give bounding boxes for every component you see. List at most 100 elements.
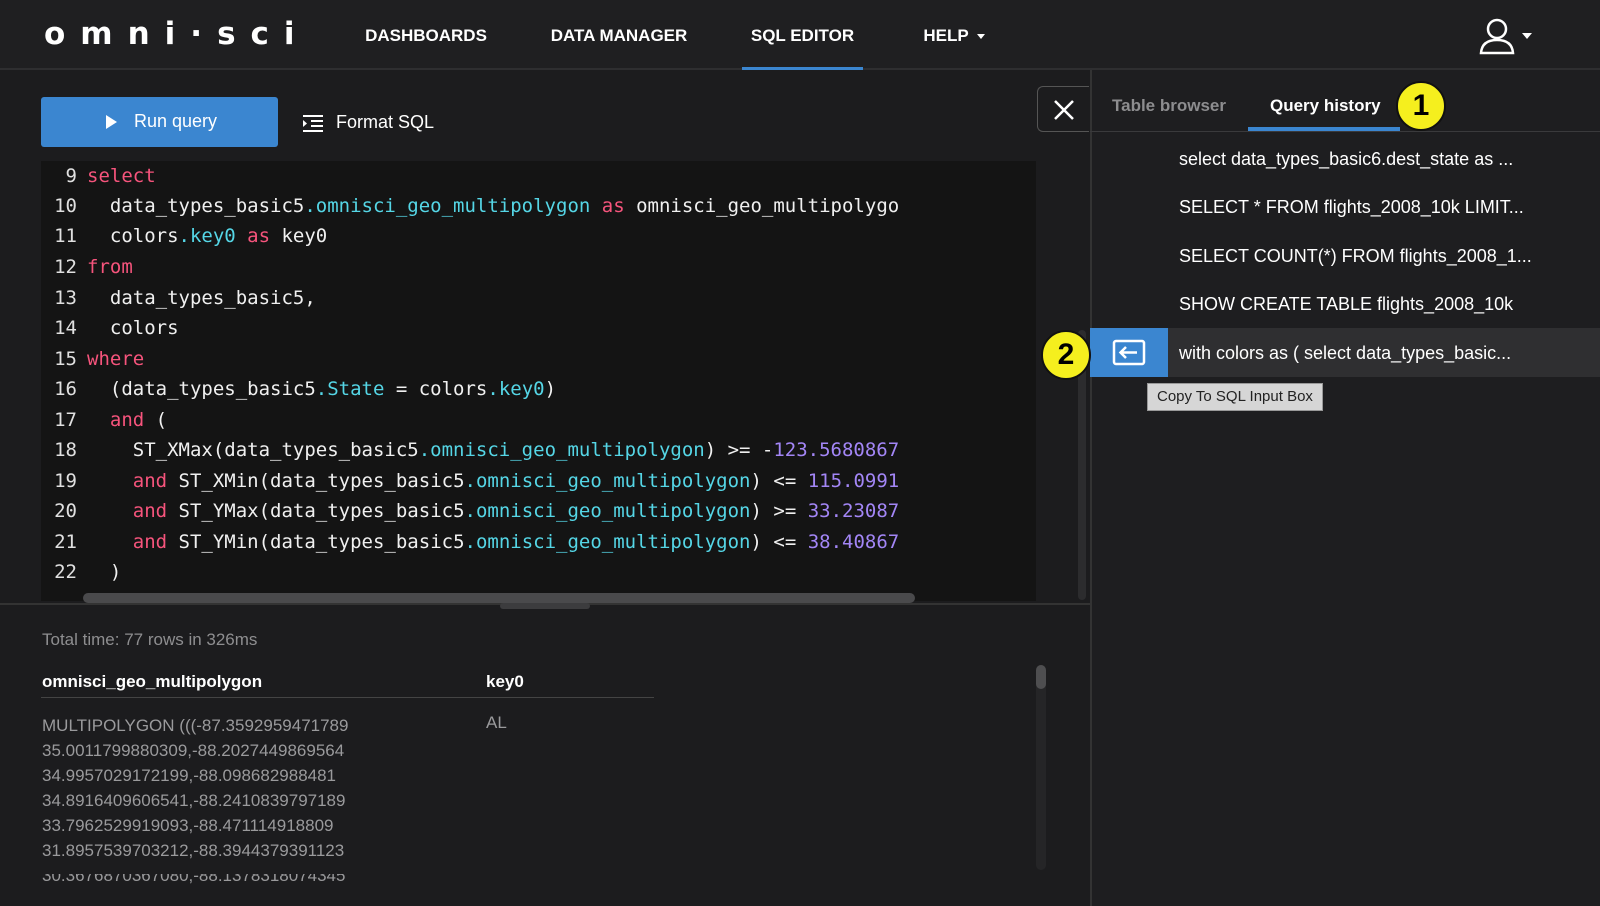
- nav-data-manager[interactable]: DATA MANAGER: [540, 0, 698, 70]
- code-line: 13 data_types_basic5,: [41, 283, 316, 313]
- sql-identifier: .State: [315, 378, 385, 400]
- sql-identifier: .omnisci_geo_multipolygon: [464, 531, 751, 553]
- code-text: data_types_basic5: [87, 195, 305, 217]
- sql-number: 38.40867: [807, 531, 900, 553]
- sql-keyword: and: [109, 409, 145, 431]
- cell-text-line: MULTIPOLYGON (((-87.3592959471789: [42, 716, 349, 735]
- results-scrollbar-thumb[interactable]: [1036, 665, 1046, 689]
- line-number: 10: [54, 195, 77, 217]
- play-icon: [106, 115, 117, 129]
- line-number: 21: [54, 531, 77, 553]
- sql-keyword: and: [132, 470, 168, 492]
- callout-badge-2: 2: [1041, 330, 1091, 380]
- code-text: ST_YMax(data_types_basic5: [167, 500, 465, 522]
- tab-query-history[interactable]: Query history: [1270, 96, 1381, 116]
- code-line: 22 ): [41, 557, 121, 587]
- sql-identifier: .key0: [487, 378, 545, 400]
- header-divider: [41, 697, 654, 698]
- sql-keyword: and: [132, 531, 168, 553]
- copy-to-input-button[interactable]: [1090, 328, 1168, 377]
- line-number: 22: [54, 561, 77, 583]
- line-number: 20: [54, 500, 77, 522]
- line-number: 9: [65, 165, 77, 187]
- cell-text-line: 33.7962529919093,-88.471114918809: [42, 816, 334, 835]
- history-item[interactable]: with colors as ( select data_types_basic…: [1179, 343, 1511, 364]
- line-number: 15: [54, 348, 77, 370]
- history-item[interactable]: SELECT COUNT(*) FROM flights_2008_1...: [1179, 246, 1532, 267]
- sql-identifier: .omnisci_geo_multipolygon: [304, 195, 591, 217]
- editor-horizontal-scrollbar[interactable]: [83, 593, 915, 603]
- sql-identifier: .omnisci_geo_multipolygon: [464, 500, 751, 522]
- code-line: 14 colors: [41, 313, 179, 343]
- code-text: colors: [87, 317, 179, 339]
- code-text: data_types_basic5,: [87, 287, 316, 309]
- cell-text-line: 35.0011799880309,-88.2027449869564: [42, 741, 345, 760]
- code-text: (: [144, 409, 168, 431]
- sql-code-editor[interactable]: 9 select 10 data_types_basic5.omnisci_geo…: [41, 161, 1036, 601]
- code-line: 10 data_types_basic5.omnisci_geo_multipo…: [41, 191, 899, 221]
- total-time-text: Total time: 77 rows in 326ms: [42, 630, 258, 649]
- code-text: ) <=: [750, 470, 808, 492]
- code-line: 9 select: [41, 161, 156, 191]
- code-text: = colors: [384, 378, 488, 400]
- chevron-down-icon: [976, 34, 985, 40]
- sql-keyword: select: [87, 165, 156, 187]
- code-text: ST_XMin(data_types_basic5: [167, 470, 465, 492]
- results-scrollbar-track[interactable]: [1036, 665, 1046, 870]
- close-sidebar-button[interactable]: [1037, 86, 1089, 132]
- history-item[interactable]: SELECT * FROM flights_2008_10k LIMIT...: [1179, 197, 1524, 218]
- code-line: 17 and (: [41, 405, 167, 435]
- run-query-label: Run query: [134, 111, 218, 131]
- active-tab-indicator: [1248, 127, 1400, 131]
- sql-number: 123.5680867: [773, 439, 900, 461]
- top-nav-bar: omni·sci DASHBOARDS DATA MANAGER SQL EDI…: [0, 0, 1600, 71]
- query-sidebar: [1090, 70, 1600, 906]
- code-line: 19 and ST_XMin(data_types_basic5.omnisci…: [41, 466, 899, 496]
- tabs-divider: [1090, 131, 1600, 132]
- history-item[interactable]: select data_types_basic6.dest_state as .…: [1179, 149, 1513, 170]
- sql-keyword: as: [590, 195, 625, 217]
- column-header-geo[interactable]: omnisci_geo_multipolygon: [42, 672, 262, 692]
- sql-identifier: .key0: [178, 225, 236, 247]
- run-query-button[interactable]: Run query: [41, 97, 278, 147]
- sql-number: 33.23087: [807, 500, 900, 522]
- close-icon: [1054, 100, 1074, 120]
- code-line: 20 and ST_YMax(data_types_basic5.omnisci…: [41, 496, 899, 526]
- result-cell-key0: AL: [486, 713, 507, 732]
- code-text: ): [87, 561, 122, 583]
- history-item[interactable]: SHOW CREATE TABLE flights_2008_10k: [1179, 294, 1513, 315]
- user-menu[interactable]: [1478, 18, 1538, 58]
- code-text: ) <=: [750, 531, 808, 553]
- results-clip: [40, 862, 420, 874]
- sql-keyword: where: [87, 348, 145, 370]
- sql-keyword: from: [87, 256, 133, 278]
- nav-help[interactable]: HELP: [909, 0, 999, 70]
- line-number: 13: [54, 287, 77, 309]
- nav-sql-editor[interactable]: SQL EDITOR: [742, 0, 863, 71]
- sql-keyword: as: [235, 225, 271, 247]
- omnisci-logo[interactable]: omni·sci: [44, 16, 310, 52]
- code-text: ST_XMax(data_types_basic5: [87, 439, 419, 461]
- column-header-key0[interactable]: key0: [486, 672, 524, 692]
- format-sql-label: Format SQL: [336, 112, 435, 132]
- code-text: (data_types_basic5: [87, 378, 316, 400]
- sql-identifier: .omnisci_geo_multipolygon: [418, 439, 705, 461]
- callout-badge-1: 1: [1396, 81, 1446, 131]
- line-number: 12: [54, 256, 77, 278]
- code-line: 18 ST_XMax(data_types_basic5.omnisci_geo…: [41, 435, 899, 465]
- cell-text-line: 34.9957029172199,-88.098682988481: [42, 766, 337, 785]
- code-text: ): [544, 378, 557, 400]
- line-number: 18: [54, 439, 77, 461]
- code-text: colors: [87, 225, 179, 247]
- code-text: ) >=: [750, 500, 808, 522]
- line-number: 11: [54, 225, 77, 247]
- tab-table-browser[interactable]: Table browser: [1112, 96, 1226, 116]
- sql-identifier: .omnisci_geo_multipolygon: [464, 470, 751, 492]
- code-text: omnisci_geo_multipolygo: [624, 195, 900, 217]
- code-line: 12 from: [41, 252, 133, 282]
- nav-dashboards[interactable]: DASHBOARDS: [357, 0, 495, 70]
